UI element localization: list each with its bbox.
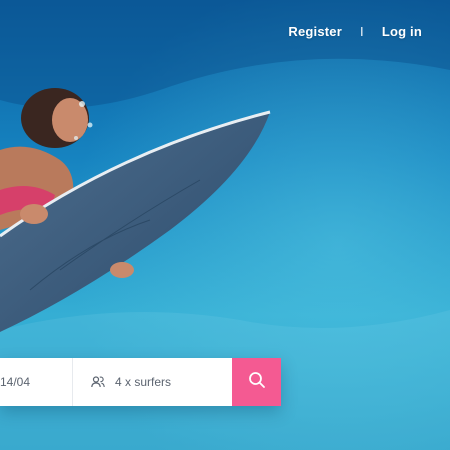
nav-separator: I [360, 24, 364, 39]
top-nav: Register I Log in [288, 24, 422, 39]
search-button[interactable] [232, 358, 281, 406]
dates-value: 14/04 [0, 375, 31, 389]
register-link[interactable]: Register [288, 24, 342, 39]
login-link[interactable]: Log in [382, 24, 422, 39]
search-bar: 14/04 4 x surfers [0, 358, 281, 406]
search-icon [248, 371, 266, 394]
surfers-field[interactable]: 4 x surfers [73, 358, 232, 406]
surfers-value: 4 x surfers [115, 375, 172, 389]
dates-field[interactable]: 14/04 [0, 358, 73, 406]
people-icon [91, 376, 105, 388]
